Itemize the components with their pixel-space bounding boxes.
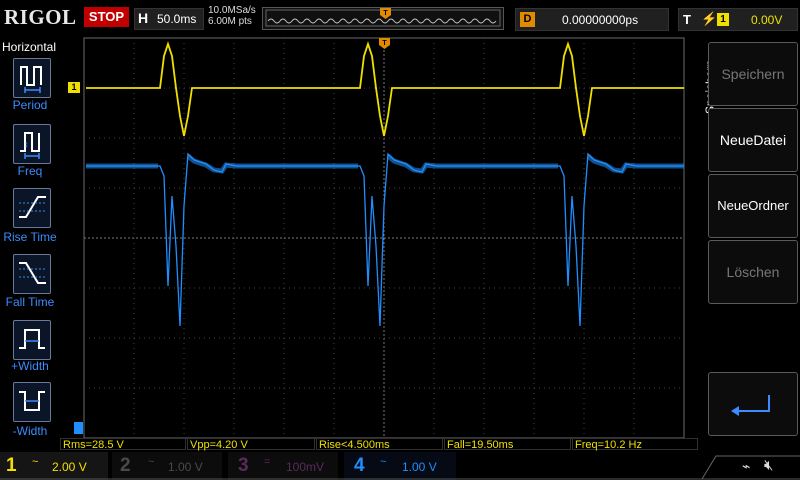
memory-depth: 6.00M pts <box>208 16 252 27</box>
run-stop-indicator[interactable]: STOP <box>84 7 129 27</box>
delay-box[interactable]: D 0.00000000ps <box>515 8 669 31</box>
delay-letter: D <box>520 12 535 27</box>
plus-width-label: +Width <box>11 359 49 373</box>
timebase-value: 50.0ms <box>157 12 197 26</box>
measurement-freq[interactable]: Freq=10.2 Hz <box>572 438 698 451</box>
svg-text:T: T <box>382 40 387 47</box>
freq-icon: ↕ <box>20 132 40 159</box>
menu-title: Horizontal <box>2 40 57 54</box>
fall-time-label: Fall Time <box>5 295 55 309</box>
enter-arrow-icon <box>731 395 770 416</box>
freq-label: Freq <box>17 164 43 178</box>
usb-icon: ⌁ <box>742 458 751 474</box>
fall-time-icon <box>19 262 46 284</box>
period-icon <box>20 66 42 93</box>
memory-overview-track[interactable]: T <box>262 7 504 30</box>
period-label: Period <box>12 98 48 112</box>
measurement-vpp[interactable]: Vpp=4.20 V <box>187 438 315 451</box>
trigger-level: 0.00V <box>751 13 783 27</box>
svg-text:T: T <box>383 10 388 17</box>
sample-info: 10.0MSa/s 6.00M pts <box>208 5 256 27</box>
memory-waveform-preview: T <box>265 8 501 27</box>
measurement-fall[interactable]: Fall=19.50ms <box>444 438 571 451</box>
speichern-button[interactable]: Speichern <box>708 42 798 106</box>
neue-ordner-button[interactable]: NeueOrdner <box>708 174 798 238</box>
measurement-rise[interactable]: Rise<4.500ms <box>316 438 443 451</box>
delay-value: 0.00000000ps <box>562 13 639 27</box>
rise-time-icon <box>19 196 46 218</box>
trigger-position-marker: T <box>380 8 391 19</box>
ground-marker-icon <box>74 422 83 434</box>
freq-button[interactable]: ↕ <box>13 124 51 164</box>
svg-text:↕: ↕ <box>24 139 29 149</box>
measurement-rms[interactable]: Rms=28.5 V <box>60 438 186 451</box>
trigger-source: 1 <box>717 13 729 26</box>
timebase-box[interactable]: H 50.0ms <box>134 8 204 30</box>
waveform-canvas: T <box>74 37 685 439</box>
brand-logo: RIGOL <box>4 5 77 29</box>
sample-rate: 10.0MSa/s <box>208 5 256 16</box>
measurement-bar: Rms=28.5 V Vpp=4.20 V Rise<4.500ms Fall=… <box>60 438 700 452</box>
minus-width-button[interactable] <box>13 382 51 422</box>
rise-time-button[interactable] <box>13 188 51 228</box>
rise-time-label: Rise Time <box>3 230 57 244</box>
horizontal-measure-menu: Horizontal Period ↕ Freq Rise Time Fall … <box>0 36 60 440</box>
minus-width-icon <box>19 391 45 411</box>
top-status-bar: RIGOL STOP H 50.0ms 10.0MSa/s 6.00M pts … <box>0 0 800 36</box>
ch1-offset-marker[interactable]: 1 <box>68 82 80 93</box>
trigger-box[interactable]: T ⚡ 1 0.00V <box>678 8 798 31</box>
speaker-muted-icon[interactable]: 🔇︎ <box>764 457 773 474</box>
period-button[interactable] <box>13 58 51 98</box>
neue-datei-button[interactable]: NeueDatei <box>708 108 798 172</box>
channel-bar-decor <box>0 455 800 480</box>
plus-width-button[interactable] <box>13 320 51 360</box>
rising-edge-icon: ⚡ <box>701 11 718 26</box>
loeschen-button[interactable]: Löschen <box>708 240 798 304</box>
enter-button[interactable] <box>708 372 798 436</box>
minus-width-label: -Width <box>12 424 48 438</box>
plus-width-icon <box>19 329 45 349</box>
fall-time-button[interactable] <box>13 254 51 294</box>
trigger-letter: T <box>683 12 691 27</box>
channel-status-bar: 1 ~ 2.00 V 2 ~ 1.00 V 3 = 100mV 4 ~ 1.00… <box>0 452 800 480</box>
save-menu: Speichern Speichern NeueDatei NeueOrdner… <box>704 36 800 440</box>
waveform-display[interactable]: T 1 <box>60 36 700 440</box>
horizontal-letter: H <box>138 10 149 26</box>
